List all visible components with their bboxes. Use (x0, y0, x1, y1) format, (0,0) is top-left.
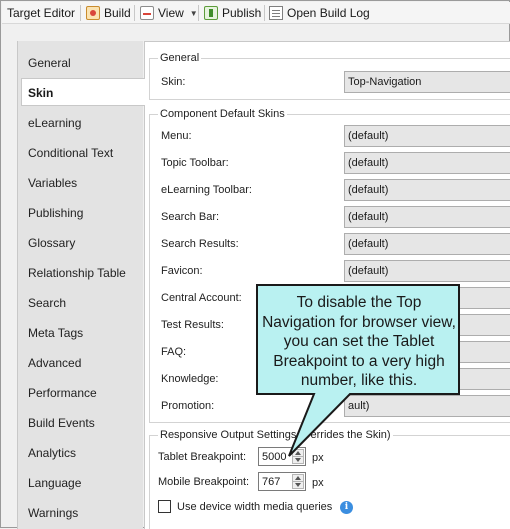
build-icon (86, 6, 100, 20)
view-icon (140, 6, 154, 20)
mobile-breakpoint-decrement[interactable] (292, 481, 304, 489)
component-default-skins-title: Component Default Skins (158, 107, 287, 121)
info-icon[interactable]: i (340, 501, 353, 514)
publish-button[interactable]: Publish (204, 5, 261, 21)
build-log-icon (269, 6, 283, 20)
device-width-media-queries-checkbox[interactable] (158, 500, 171, 513)
responsive-output-settings-note: verrides the Skin) (303, 428, 393, 442)
topic-toolbar-skin-value: (default) (348, 157, 389, 169)
open-build-log-button[interactable]: Open Build Log (269, 5, 370, 21)
menu-skin-label: Menu: (161, 130, 192, 142)
responsive-output-settings-title: Responsive Output Settings (158, 428, 299, 442)
nav-item-performance[interactable]: Performance (28, 383, 97, 403)
central-account-skin-select[interactable] (344, 287, 510, 309)
build-label: Build (104, 6, 131, 20)
general-group-title: General (158, 51, 202, 65)
topic-toolbar-skin-select[interactable]: (default) (344, 152, 510, 174)
tablet-breakpoint-input[interactable]: 5000 (258, 447, 306, 466)
mobile-breakpoint-value: 767 (262, 476, 281, 488)
nav-item-relationship-table[interactable]: Relationship Table (28, 263, 126, 283)
device-width-media-queries-label: Use device width media queries (177, 501, 333, 513)
promotion-skin-label: Promotion: (161, 400, 215, 412)
menu-skin-select[interactable]: (default) (344, 125, 510, 147)
search-results-skin-select[interactable]: (default) (344, 233, 510, 255)
nav-item-elearning[interactable]: eLearning (28, 113, 81, 133)
mobile-breakpoint-unit: px (312, 477, 324, 489)
search-bar-skin-value: (default) (348, 211, 389, 223)
elearning-toolbar-skin-label: eLearning Toolbar: (161, 184, 252, 196)
test-results-skin-select[interactable] (344, 314, 510, 336)
target-editor-window: Target Editor Build View ▼ Publish Open … (0, 0, 510, 529)
tablet-breakpoint-unit: px (312, 452, 324, 464)
skin-select-value: Top-Navigation (348, 76, 422, 88)
search-bar-skin-select[interactable]: (default) (344, 206, 510, 228)
central-account-skin-label: Central Account: (161, 292, 242, 304)
nav-item-glossary[interactable]: Glossary (28, 233, 75, 253)
nav-item-advanced[interactable]: Advanced (28, 353, 81, 373)
search-bar-skin-label: Search Bar: (161, 211, 220, 223)
promotion-skin-select[interactable]: ault) (344, 395, 510, 417)
faq-skin-select[interactable] (344, 341, 510, 363)
tablet-breakpoint-value: 5000 (262, 451, 287, 463)
promotion-skin-value: ault) (348, 400, 370, 412)
editor-title-text: Target Editor (7, 6, 76, 20)
nav-item-language[interactable]: Language (28, 473, 81, 493)
view-button[interactable]: View ▼ (140, 5, 198, 21)
responsive-output-settings-title-text: Responsive Output Settings (160, 429, 297, 441)
publish-label: Publish (222, 6, 262, 20)
nav-item-variables[interactable]: Variables (28, 173, 77, 193)
skin-label: Skin: (161, 76, 186, 88)
topic-toolbar-skin-label: Topic Toolbar: (161, 157, 229, 169)
nav-item-general[interactable]: General (28, 53, 71, 73)
favicon-skin-select[interactable]: (default) (344, 260, 510, 282)
tablet-breakpoint-decrement[interactable] (292, 456, 304, 464)
mobile-breakpoint-label: Mobile Breakpoint: (158, 476, 250, 488)
nav-item-build-events[interactable]: Build Events (28, 413, 95, 433)
editor-title: Target Editor (7, 5, 75, 21)
mobile-breakpoint-input[interactable]: 767 (258, 472, 306, 491)
view-label: View (158, 6, 184, 20)
search-results-skin-value: (default) (348, 238, 389, 250)
publish-icon (204, 6, 218, 20)
elearning-toolbar-skin-value: (default) (348, 184, 389, 196)
toolbar-separator (134, 5, 135, 21)
knowledge-skin-label: Knowledge: (161, 373, 219, 385)
nav-item-analytics[interactable]: Analytics (28, 443, 76, 463)
search-results-skin-label: Search Results: (161, 238, 239, 250)
toolbar-separator (80, 5, 81, 21)
nav-item-skin[interactable]: Skin (21, 78, 145, 106)
nav-item-skin-label: Skin (28, 86, 54, 100)
skin-select[interactable]: Top-Navigation (344, 71, 510, 93)
elearning-toolbar-skin-select[interactable]: (default) (344, 179, 510, 201)
faq-skin-label: FAQ: (161, 346, 187, 358)
knowledge-skin-select[interactable] (344, 368, 510, 390)
nav-item-meta-tags[interactable]: Meta Tags (28, 323, 83, 343)
nav-item-warnings[interactable]: Warnings (28, 503, 78, 523)
menu-skin-value: (default) (348, 130, 389, 142)
toolbar-separator (264, 5, 265, 21)
nav-item-search[interactable]: Search (28, 293, 66, 313)
toolbar: Target Editor Build View ▼ Publish Open … (2, 2, 510, 24)
test-results-skin-label: Test Results: (161, 319, 224, 331)
open-build-log-label: Open Build Log (287, 6, 370, 20)
favicon-skin-label: Favicon: (161, 265, 203, 277)
toolbar-separator (198, 5, 199, 21)
nav-item-publishing[interactable]: Publishing (28, 203, 83, 223)
tablet-breakpoint-label: Tablet Breakpoint: (158, 451, 247, 463)
nav-item-conditional-text[interactable]: Conditional Text (28, 143, 113, 163)
build-button[interactable]: Build (86, 5, 131, 21)
favicon-skin-value: (default) (348, 265, 389, 277)
chevron-down-icon[interactable]: ▼ (190, 9, 198, 18)
